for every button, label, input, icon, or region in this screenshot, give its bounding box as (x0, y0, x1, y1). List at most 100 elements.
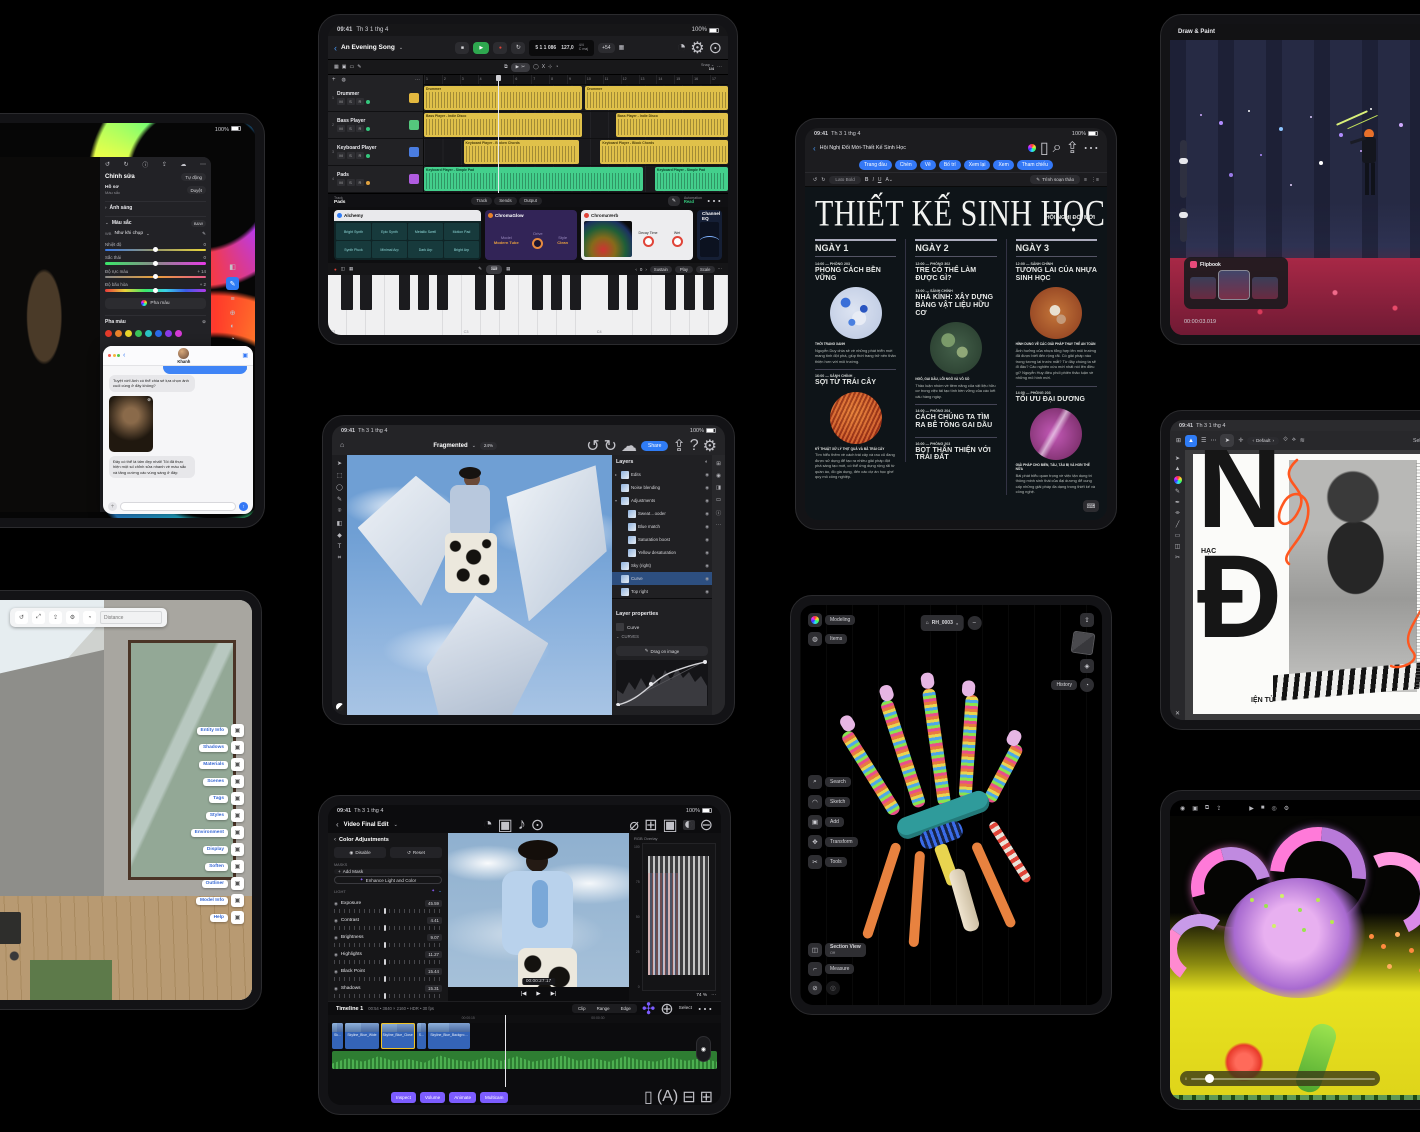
redo-icon[interactable]: ↻ (821, 177, 825, 183)
track-row[interactable]: 3 Keyboard Player M S R (328, 139, 728, 166)
layer-row[interactable]: Blue match ◉ (612, 520, 712, 533)
stop-icon[interactable]: ■ (1261, 805, 1265, 811)
select-menu[interactable]: Select (679, 1006, 692, 1011)
color-icon[interactable]: ◐ (682, 816, 695, 833)
brush-tool-icon[interactable]: ✎ (1175, 488, 1180, 495)
fill-tool-icon[interactable]: ◆ (337, 532, 342, 539)
slider-row[interactable]: Độ rực màu + 14 (105, 269, 206, 280)
info-icon[interactable]: ⓘ (142, 160, 148, 169)
model-artwork[interactable] (837, 671, 1064, 952)
octave-down-icon[interactable]: ‹ (635, 267, 637, 272)
layer-row[interactable]: Noise blending ◉ (612, 481, 712, 494)
align-icon[interactable]: ≡ (1084, 177, 1087, 183)
black-key[interactable] (531, 275, 544, 310)
visibility-eye-icon[interactable]: ◉ (705, 576, 709, 582)
app-icon[interactable]: ▲ (1185, 434, 1198, 447)
plugin-chromaglow[interactable]: ChromaGlow Model Modern Tube Drive Style C… (485, 210, 577, 260)
light-section[interactable]: › Ánh sáng (105, 200, 206, 211)
layer-row[interactable]: Curve ◉ (612, 572, 712, 585)
plugin-chromaverb[interactable]: ChromaVerb Decay Time Wet (581, 210, 693, 260)
tool-label[interactable]: Add (825, 817, 844, 827)
mode-segment[interactable]: Clip (573, 1005, 591, 1012)
tools-icon[interactable]: ✂ (808, 855, 822, 869)
history-button[interactable]: History (1051, 680, 1077, 690)
black-key[interactable] (684, 275, 696, 310)
back-icon[interactable]: ‹ (813, 144, 816, 153)
slider-row[interactable]: Nhiệt độ 0 (105, 242, 206, 253)
clone-tool-icon[interactable]: ⌾ (338, 508, 342, 515)
stop-button[interactable]: ■ (455, 41, 470, 54)
layer-row[interactable]: Sky (right) ◉ (612, 559, 712, 572)
close-icon[interactable]: ⊗ (147, 397, 151, 403)
hue-dot[interactable] (165, 329, 172, 337)
timeline-clip[interactable]: Skyline_Blue_Wide (345, 1023, 379, 1049)
lcd-display[interactable]: 5 1 1 086 127,0 4/4 C maj (529, 39, 595, 56)
pen-tool-icon[interactable]: ✒ (1175, 499, 1180, 506)
info-icon[interactable]: ⓘ (716, 509, 722, 517)
split-tool-icon[interactable]: ⊹ (548, 64, 552, 70)
black-key[interactable] (417, 275, 429, 310)
bar-ruler[interactable]: 1 2 3 4 5 6 7 8 9 10 11 12 13 14 15 16 17 (424, 75, 728, 85)
tool-label[interactable]: Sketch (825, 797, 851, 807)
solo-button[interactable]: S (346, 152, 355, 159)
settings-icon[interactable]: ⚙ (703, 436, 717, 456)
message-photo-attachment[interactable]: ⊗ (109, 395, 153, 452)
doc-title[interactable]: Hội Nghị Đổi Mới-Thiết Kế Sinh Học (820, 145, 906, 151)
play-icon[interactable]: ▶ (1249, 805, 1254, 812)
timeline-zoom-level[interactable]: 74 % (696, 993, 707, 998)
clip-volume-knob[interactable]: ◉ (696, 1036, 711, 1062)
canvas[interactable]: N HẠC Đ IỆN TỬ (1185, 450, 1420, 720)
timeline-ruler[interactable]: 00:00:15 00:00:30 (328, 1015, 721, 1023)
canvas[interactable] (347, 455, 612, 715)
plugin-alchemy[interactable]: Alchemy Bright Synth Epic Synth Metallic … (334, 210, 481, 260)
timeline-clip[interactable]: Sk… (332, 1023, 344, 1049)
viewer[interactable]: |◀ ▶ ▶| 00:00:27:17 (448, 833, 629, 1001)
mixer-icon[interactable]: ▦ (619, 44, 625, 51)
cycle-button[interactable]: ↻ (511, 41, 526, 54)
section-view-icon[interactable]: ◫ (808, 943, 822, 957)
panel-button[interactable]: Styles ▣ (191, 809, 244, 822)
trash-icon[interactable]: ▯ (644, 1087, 653, 1105)
more-icon[interactable]: ⋯ (716, 523, 722, 529)
search-icon[interactable]: ⌕ (1053, 139, 1062, 157)
list-icon[interactable]: ⋮≡ (1091, 177, 1099, 183)
add-mask-button[interactable]: + Add Mask (334, 869, 442, 874)
modeling-button[interactable]: Modeling (825, 615, 856, 625)
browser-icon[interactable]: ▣ (662, 815, 677, 835)
adjustment-slider[interactable]: ◉ Exposure 45.59 (334, 900, 442, 914)
cloud-icon[interactable]: ☁ (621, 436, 637, 456)
render-icon[interactable]: ◉ (1180, 805, 1185, 812)
drive-knob[interactable] (532, 237, 544, 249)
flipbook-frame[interactable] (1252, 277, 1278, 299)
black-key[interactable] (398, 275, 410, 310)
layer-row[interactable]: Top right ◉ (612, 585, 712, 598)
reset-button[interactable]: ↺ Reset (390, 847, 442, 858)
tool-label[interactable]: Tools (825, 857, 847, 867)
cell-view-icon[interactable]: ▭ (349, 64, 354, 70)
preset-selector[interactable]: ‹ Default › (1247, 436, 1280, 445)
visibility-eye-icon[interactable]: ◉ (705, 485, 709, 491)
eyedropper-icon[interactable]: ✎ (202, 231, 206, 237)
items-icon[interactable]: ◍ (808, 632, 822, 646)
font-name-field[interactable]: Lato Bold (829, 175, 861, 184)
play-button[interactable]: ▶ (536, 991, 540, 997)
color-mix-button[interactable]: Pha màu (105, 297, 206, 309)
versions-icon[interactable]: ◔ (230, 336, 234, 343)
mode-segment[interactable]: Edge (616, 1005, 636, 1012)
ribbon-tab[interactable]: Vẽ (919, 159, 936, 170)
track-lane[interactable] (424, 85, 728, 111)
preset-cell[interactable]: Bright Synth (336, 223, 371, 240)
key-chip[interactable]: +54 (598, 42, 615, 53)
photo-canvas[interactable] (0, 157, 99, 512)
action-button[interactable]: Volume (419, 1091, 446, 1103)
more-icon[interactable]: ⋯ (415, 77, 420, 83)
send-button[interactable]: ↑ (239, 502, 248, 511)
undo-icon[interactable]: ↺ (813, 177, 817, 183)
black-key[interactable] (474, 275, 486, 310)
preset-cell[interactable]: Dark Arp (408, 241, 443, 258)
record-enable-button[interactable]: R (356, 179, 364, 186)
document-page[interactable]: THIẾT KẾ SINH HỌC HỘI NGHỊ ĐỔI MỚI NGÀY … (805, 187, 1107, 520)
panel-button[interactable]: Entity Info ▣ (191, 724, 244, 737)
isolate-button[interactable]: ⊘ (808, 981, 822, 995)
ribbon-tab[interactable]: Bố trí (938, 159, 961, 170)
